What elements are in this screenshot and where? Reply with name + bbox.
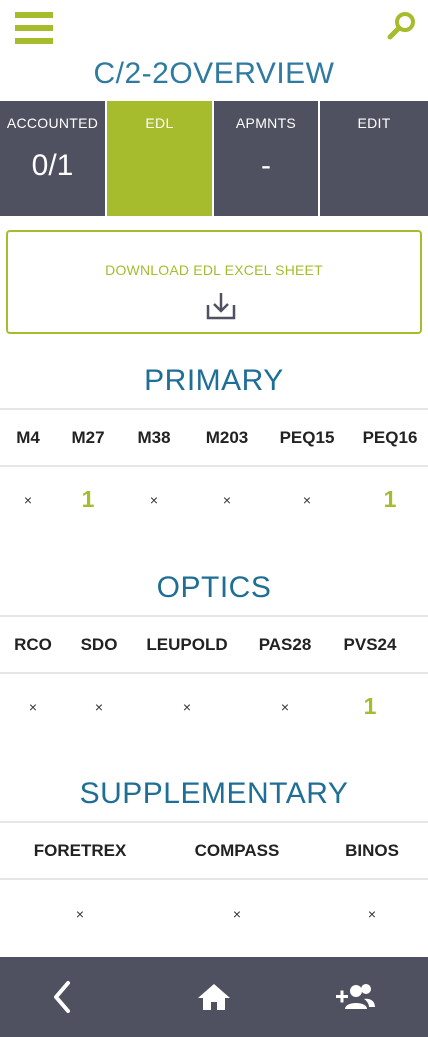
tab-label: EDL (145, 115, 174, 131)
tab-value: - (261, 149, 271, 182)
overview-tabs: ACCOUNTED 0/1 EDL APMNTS - EDIT (0, 101, 428, 216)
count-value: 1 (363, 693, 377, 719)
download-edl-button[interactable]: DOWNLOAD EDL EXCEL SHEET (6, 230, 422, 334)
section-title-supplementary: SUPPLEMENTARY (79, 777, 349, 810)
missing-mark: × (28, 699, 38, 715)
missing-mark: × (23, 492, 33, 508)
divider (0, 821, 428, 823)
count-value: 1 (81, 486, 95, 512)
search-icon[interactable] (386, 10, 418, 42)
missing-mark: × (302, 492, 312, 508)
section-title-optics: OPTICS (156, 571, 272, 604)
column-header: BINOS (345, 841, 399, 860)
download-icon (205, 291, 237, 321)
column-header: FORETREX (33, 841, 127, 860)
tab-label: EDIT (357, 115, 391, 131)
missing-mark: × (182, 699, 192, 715)
divider (0, 672, 428, 674)
add-people-icon[interactable] (334, 977, 378, 1017)
column-header: PEQ15 (279, 428, 335, 447)
top-bar (0, 0, 428, 56)
column-header: M38 (137, 428, 171, 447)
missing-mark: × (149, 492, 159, 508)
count-value: 1 (383, 486, 397, 512)
column-header: RCO (14, 635, 52, 654)
missing-mark: × (280, 699, 290, 715)
column-header: PEQ16 (362, 428, 418, 447)
divider (0, 408, 428, 410)
hamburger-menu-icon[interactable] (15, 12, 53, 44)
home-icon[interactable] (192, 977, 236, 1017)
divider (0, 615, 428, 617)
missing-mark: × (232, 906, 242, 922)
download-label: DOWNLOAD EDL EXCEL SHEET (105, 262, 323, 278)
tab-label: ACCOUNTED (6, 115, 99, 131)
column-header: M27 (71, 428, 105, 447)
missing-mark: × (75, 906, 85, 922)
page-title: C/2-2OVERVIEW (93, 57, 335, 90)
column-header: M4 (16, 428, 40, 447)
column-header: PAS28 (258, 635, 312, 654)
tab-accounted[interactable]: ACCOUNTED 0/1 (0, 101, 105, 216)
column-header: LEUPOLD (146, 635, 228, 654)
missing-mark: × (222, 492, 232, 508)
column-header: COMPASS (194, 841, 280, 860)
column-header: SDO (80, 635, 118, 654)
tab-value: 0/1 (31, 149, 74, 182)
back-chevron-icon[interactable] (40, 977, 84, 1017)
tab-edl[interactable]: EDL (107, 101, 212, 216)
column-header: M203 (205, 428, 249, 447)
tab-edit[interactable]: EDIT (320, 101, 428, 216)
divider (0, 465, 428, 467)
tab-label: APMNTS (235, 115, 297, 131)
tab-apmnts[interactable]: APMNTS - (214, 101, 318, 216)
section-title-primary: PRIMARY (144, 364, 284, 397)
column-header: PVS24 (343, 635, 397, 654)
divider (0, 878, 428, 880)
missing-mark: × (94, 699, 104, 715)
bottom-nav-bar (0, 957, 428, 1037)
missing-mark: × (367, 906, 377, 922)
